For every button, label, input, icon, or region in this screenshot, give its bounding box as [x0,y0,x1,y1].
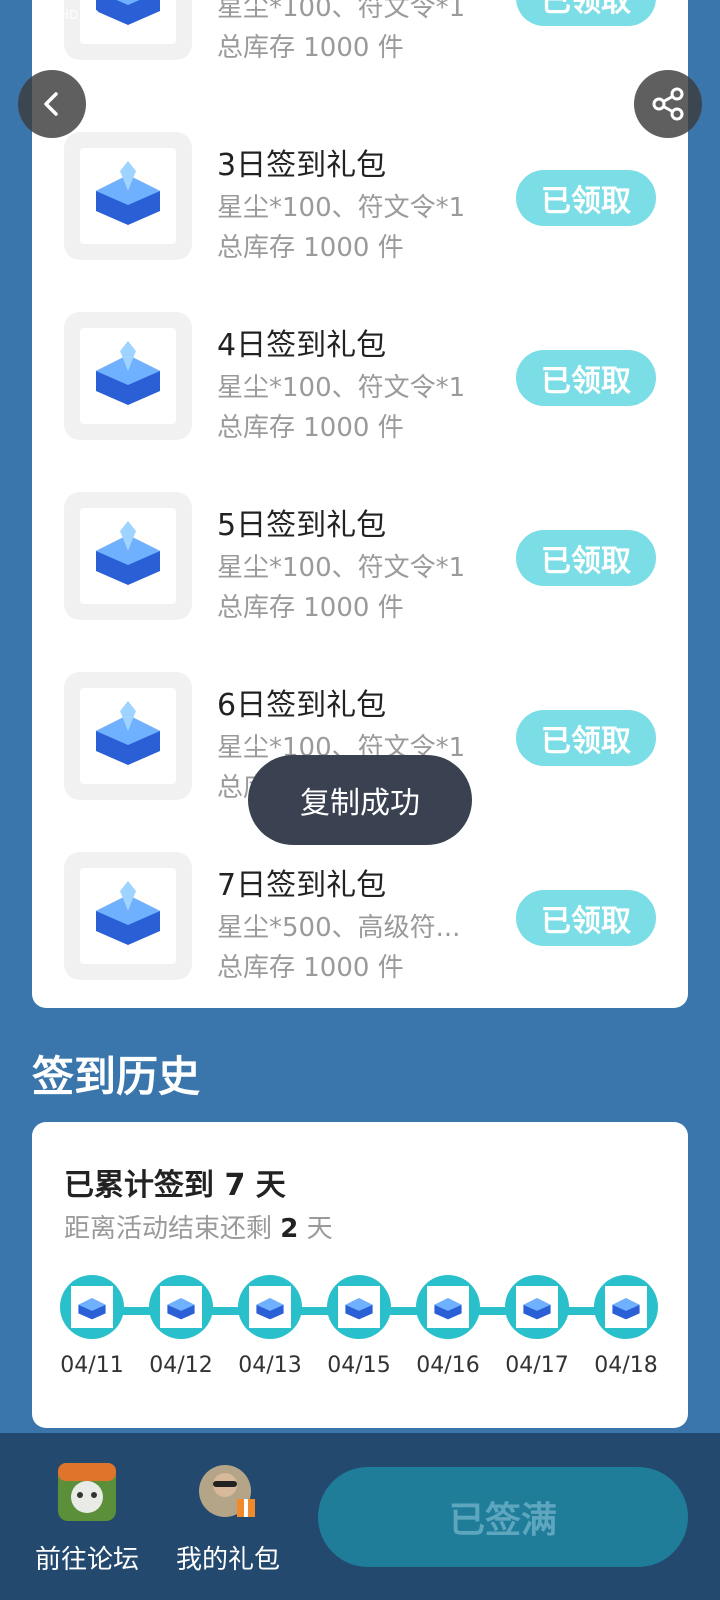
gift-chest-icon [96,0,160,25]
gift-stock: 总库存 1000 件 [217,413,404,443]
gift-title: 5日签到礼包 [217,508,387,543]
toast-message: 复制成功 [248,755,472,845]
gift-desc: 星尘*100、符文令*1 [217,553,466,583]
remain-prefix: 距离活动结束还剩 [64,1214,273,1244]
section-title: 签到历史 [32,1052,201,1101]
checkin-date: 04/11 [60,1353,124,1378]
gift-desc: 星尘*100、符文令*1 [217,0,466,23]
checkin-day-badge [238,1275,302,1339]
gift-stock: 总库存 1000 件 [217,593,404,623]
checkin-day: 04/13 [230,1275,310,1378]
gift-chest-icon [96,341,160,405]
gift-row: 星尘*100、符文令*1 总库存 1000 件 已领取 [32,0,688,63]
total-days-text: 已累计签到 7 天 [64,1160,286,1204]
gift-title: 6日签到礼包 [217,688,387,723]
gift-row: 7日签到礼包 星尘*500、高级符... 总库存 1000 件 已领取 [32,852,688,983]
gift-chest-icon [612,1298,640,1320]
gift-thumbnail [64,312,192,440]
gift-chest-icon [96,701,160,765]
remaining-days-text: 距离活动结束还剩 2 天 [64,1208,333,1245]
checkin-full-button[interactable]: 已签满 [318,1467,688,1567]
my-gifts-link[interactable]: 我的礼包 [168,1463,288,1576]
checkin-day: 04/17 [497,1275,577,1378]
gift-title: 3日签到礼包 [217,148,387,183]
bottom-bar: 前往论坛 我的礼包 已签满 [0,1433,720,1600]
checkin-day-badge [505,1275,569,1339]
gift-chest-icon [96,521,160,585]
gift-thumbnail [64,672,192,800]
checkin-date: 04/18 [594,1353,658,1378]
history-card: 已累计签到 7 天 距离活动结束还剩 2 天 04/11 04/12 04/13… [32,1122,688,1428]
checkin-date: 04/17 [505,1353,569,1378]
checkin-day: 04/16 [408,1275,488,1378]
checkin-day-badge [327,1275,391,1339]
gift-list-card: 星尘*100、符文令*1 总库存 1000 件 已领取 3日签到礼包 星尘*10… [32,0,688,1008]
forum-game-icon [58,1463,116,1521]
claimed-button[interactable]: 已领取 [516,890,656,946]
gift-chest-icon [96,161,160,225]
gift-stock: 总库存 1000 件 [217,953,404,983]
status-bar: HD 4G [60,8,100,22]
gift-row: 5日签到礼包 星尘*100、符文令*1 总库存 1000 件 已领取 [32,492,688,623]
checkin-day-badge [594,1275,658,1339]
share-icon [652,87,684,121]
gift-desc: 星尘*500、高级符... [217,913,461,943]
checkin-date: 04/15 [327,1353,391,1378]
gift-thumbnail [64,852,192,980]
claimed-button[interactable]: 已领取 [516,170,656,226]
gift-stock: 总库存 1000 件 [217,233,404,263]
checkin-day-badge [149,1275,213,1339]
gift-chest-icon [78,1298,106,1320]
gift-row: 3日签到礼包 星尘*100、符文令*1 总库存 1000 件 已领取 [32,132,688,263]
checkin-day-badge [60,1275,124,1339]
forum-label: 前往论坛 [34,1545,139,1575]
chevron-left-icon [44,92,58,116]
claimed-button[interactable]: 已领取 [516,530,656,586]
avatar-gift-icon [199,1465,255,1517]
gift-title: 7日签到礼包 [217,868,387,903]
gift-chest-icon [345,1298,373,1320]
checkin-day: 04/12 [141,1275,221,1378]
claimed-button[interactable]: 已领取 [516,350,656,406]
checkin-date: 04/16 [416,1353,480,1378]
gift-desc: 星尘*100、符文令*1 [217,373,466,403]
remain-suffix: 天 [306,1214,333,1244]
total-prefix: 已累计签到 [64,1168,214,1203]
gift-chest-icon [256,1298,284,1320]
gift-title: 4日签到礼包 [217,328,387,363]
checkin-day: 04/18 [586,1275,666,1378]
checkin-day: 04/15 [319,1275,399,1378]
gift-desc: 星尘*100、符文令*1 [217,193,466,223]
forum-link[interactable]: 前往论坛 [27,1463,147,1576]
gift-chest-icon [96,881,160,945]
checkin-date: 04/12 [149,1353,213,1378]
claimed-button[interactable]: 已领取 [516,710,656,766]
gift-chest-icon [523,1298,551,1320]
gift-chest-icon [434,1298,462,1320]
gift-thumbnail [64,492,192,620]
back-button[interactable] [18,70,86,138]
checkin-day: 04/11 [52,1275,132,1378]
remain-days: 2 [280,1214,299,1244]
gift-thumbnail [64,132,192,260]
claimed-button[interactable]: 已领取 [516,0,656,26]
checkin-day-badge [416,1275,480,1339]
gift-chest-icon [167,1298,195,1320]
total-suffix: 天 [255,1168,286,1203]
my-gifts-label: 我的礼包 [175,1545,280,1575]
gift-stock: 总库存 1000 件 [217,33,404,63]
share-button[interactable] [634,70,702,138]
total-days: 7 [224,1168,246,1203]
gift-row: 4日签到礼包 星尘*100、符文令*1 总库存 1000 件 已领取 [32,312,688,443]
checkin-date: 04/13 [238,1353,302,1378]
